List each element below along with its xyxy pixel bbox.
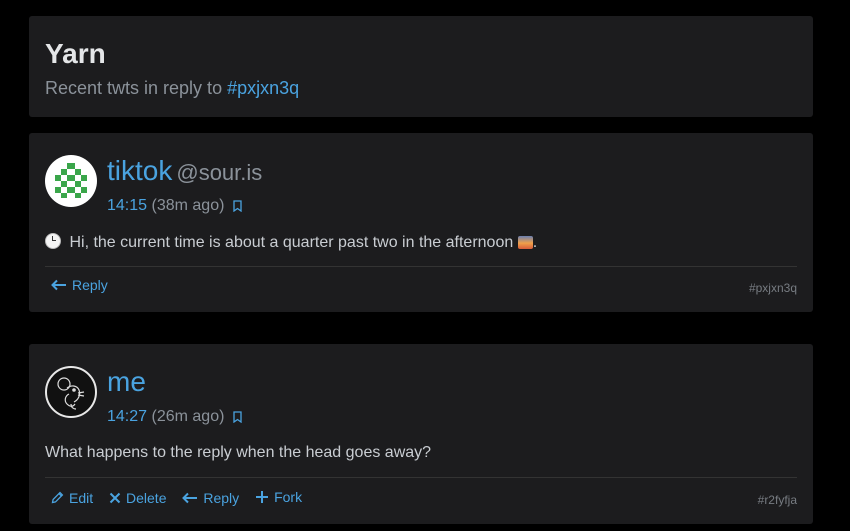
- reply-label: Reply: [203, 490, 240, 506]
- twt-content: Hi, the current time is about a quarter …: [45, 233, 537, 252]
- arrow-left-icon: [51, 279, 66, 291]
- twt-author: me: [107, 366, 146, 398]
- fork-label: Fork: [274, 489, 303, 505]
- subtitle-prefix: Recent twts in reply to: [45, 78, 228, 98]
- twt-text-suffix: .: [532, 234, 538, 251]
- bookmark-icon[interactable]: [233, 199, 242, 217]
- twt-hash-link[interactable]: #r2fyfja: [758, 493, 797, 507]
- reply-label: Reply: [72, 277, 108, 293]
- twt-card: me 14:27 (26m ago) What happens to the r…: [29, 344, 813, 524]
- fork-button[interactable]: Fork: [255, 489, 302, 505]
- author-handle: @sour.is: [176, 160, 263, 185]
- edit-label: Edit: [69, 489, 94, 506]
- reply-button[interactable]: Reply: [51, 277, 108, 293]
- page-title: Yarn: [45, 38, 106, 69]
- divider: [45, 477, 797, 478]
- delete-label: Delete: [126, 490, 167, 506]
- identicon-icon: [55, 163, 87, 198]
- twt-hash-link[interactable]: #pxjxn3q: [749, 281, 797, 295]
- avatar[interactable]: [45, 366, 97, 418]
- header-card: Yarn Recent twts in reply to #pxjxn3q: [29, 16, 813, 117]
- mouse-avatar-icon: [57, 377, 85, 410]
- twt-card: tiktok @sour.is 14:15 (38m ago) Hi, the c…: [29, 133, 813, 312]
- timestamp-link[interactable]: 14:27: [107, 408, 147, 425]
- edit-button[interactable]: Edit: [51, 490, 93, 506]
- author-nick[interactable]: tiktok: [107, 155, 172, 186]
- pencil-icon: [51, 491, 64, 504]
- subtitle-hash-link[interactable]: #pxjxn3q: [227, 78, 299, 98]
- twt-text: Hi, the current time is about a quarter …: [69, 234, 514, 251]
- reply-button[interactable]: Reply: [182, 490, 239, 506]
- divider: [45, 266, 797, 267]
- twt-author: tiktok @sour.is: [107, 155, 262, 187]
- delete-button[interactable]: Delete: [109, 490, 166, 506]
- close-icon: [109, 492, 121, 504]
- twt-actions: Reply: [51, 277, 120, 294]
- twt-actions: Edit Delete Reply Fork: [51, 489, 314, 507]
- plus-icon: [256, 491, 269, 503]
- twt-timestamp: 14:15 (38m ago): [107, 197, 242, 217]
- clock-emoji-icon: [45, 233, 61, 249]
- relative-time: (26m ago): [151, 408, 225, 425]
- relative-time: (38m ago): [151, 197, 225, 214]
- page-subtitle: Recent twts in reply to #pxjxn3q: [45, 78, 797, 99]
- avatar[interactable]: [45, 155, 97, 207]
- timestamp-link[interactable]: 14:15: [107, 197, 147, 214]
- sunset-emoji-icon: [517, 236, 533, 249]
- twt-text: What happens to the reply when the head …: [45, 444, 432, 461]
- author-nick[interactable]: me: [107, 366, 146, 397]
- twt-timestamp: 14:27 (26m ago): [107, 408, 242, 428]
- bookmark-icon[interactable]: [233, 410, 242, 428]
- twt-content: What happens to the reply when the head …: [45, 444, 431, 462]
- arrow-left-icon: [182, 492, 198, 504]
